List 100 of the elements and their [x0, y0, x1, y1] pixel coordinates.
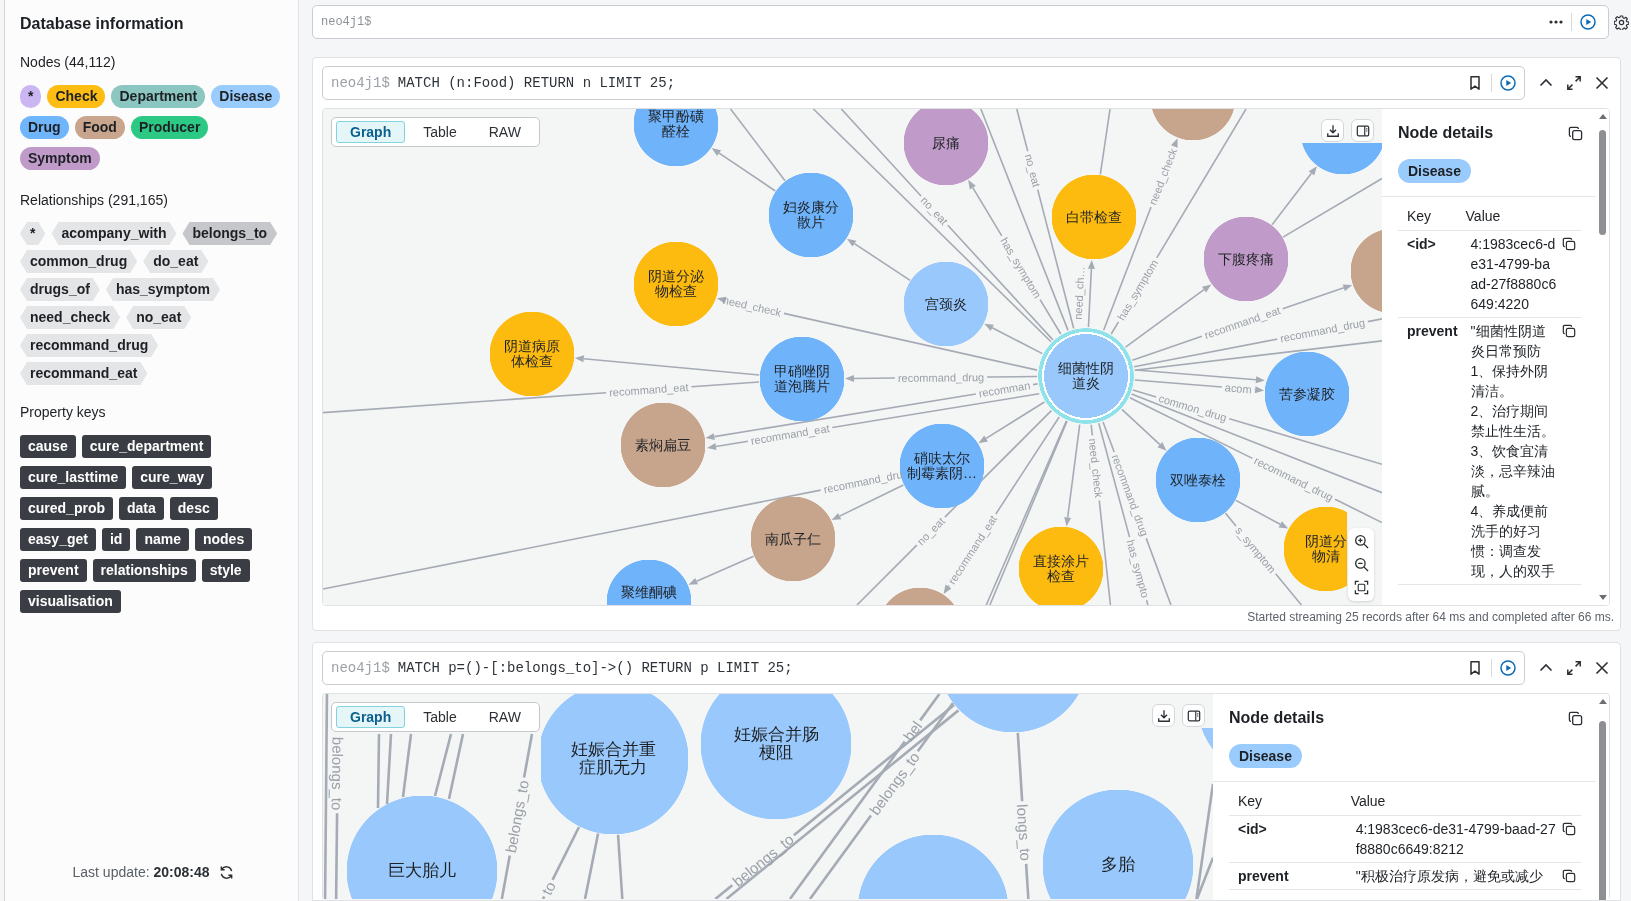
graph-node[interactable]: 妇炎康分散片 [769, 173, 853, 257]
relationship-arrow[interactable] [1087, 259, 1095, 328]
view-tab[interactable]: RAW [474, 706, 535, 728]
property-key-chip[interactable]: data [119, 497, 164, 520]
relationship-type-chip[interactable]: has_symptom [105, 278, 221, 301]
close-icon[interactable] [1594, 75, 1610, 91]
graph-node[interactable]: 甲硝唑阴道泡腾片 [760, 337, 844, 421]
fit-view-icon[interactable] [1353, 580, 1369, 595]
graph-node[interactable]: 白带检查 [1052, 175, 1136, 259]
view-tab[interactable]: Table [409, 706, 471, 728]
relationship-arrow[interactable] [846, 238, 911, 282]
settings-icon[interactable] [1614, 14, 1629, 30]
node-label-chip[interactable]: Symptom [20, 147, 100, 170]
graph-node[interactable]: 聚甲酚磺醛栓 [634, 109, 718, 166]
relationship-line[interactable] [1195, 783, 1213, 899]
property-key-chip[interactable]: cause [20, 435, 76, 458]
expand-icon[interactable] [1566, 660, 1582, 676]
relationship-type-chip[interactable]: recommand_drug [20, 334, 159, 357]
relationship-arrow[interactable] [1064, 423, 1081, 527]
property-key-chip[interactable]: easy_get [20, 528, 96, 551]
copy-icon[interactable] [1562, 237, 1576, 251]
graph-node[interactable]: 巨大胎儿 [347, 796, 497, 899]
run-icon[interactable] [1580, 14, 1596, 30]
relationship-line[interactable] [323, 694, 329, 899]
query-editor[interactable]: neo4j1$ MATCH p=()-[:belongs_to]->() RETURN p LIMIT 25; [322, 651, 1525, 685]
relationship-line[interactable] [1224, 512, 1303, 605]
run-icon[interactable] [1500, 75, 1516, 91]
relationship-line[interactable] [433, 733, 453, 797]
graph-node[interactable]: 苦参凝胶 [1265, 352, 1349, 436]
relationship-type-chip[interactable]: belongs_to [182, 222, 278, 245]
property-key-chip[interactable]: nodes [194, 528, 253, 551]
relationship-line[interactable] [500, 733, 534, 899]
graph-node[interactable]: 直接涂片检查 [1019, 527, 1103, 605]
relationship-line[interactable] [401, 733, 413, 798]
property-key-chip[interactable]: prevent [20, 559, 87, 582]
relationship-type-chip[interactable]: recommand_eat [20, 362, 148, 385]
relationship-line[interactable] [1016, 732, 1030, 899]
node-label-chip[interactable]: Drug [20, 116, 69, 139]
relationship-line[interactable] [729, 109, 786, 182]
graph-node[interactable]: 细菌性阴道炎 [1038, 328, 1134, 424]
relationship-arrow[interactable] [574, 355, 760, 376]
graph-node[interactable]: 南瓜子仁 [751, 497, 835, 581]
graph-node[interactable]: 阴道分物清 [1284, 507, 1347, 591]
view-tab[interactable]: Graph [336, 121, 406, 143]
relationship-type-chip[interactable]: acompany_with [51, 222, 177, 245]
expand-icon[interactable] [1566, 75, 1582, 91]
node-label-chip[interactable]: Department [111, 85, 206, 108]
refresh-icon[interactable] [218, 864, 234, 880]
relationship-line[interactable] [1282, 177, 1382, 238]
property-key-chip[interactable]: style [201, 559, 250, 582]
property-key-chip[interactable]: relationships [92, 559, 196, 582]
relationship-type-chip[interactable]: drugs_of [20, 278, 100, 301]
relationship-type-chip[interactable]: do_eat [143, 250, 209, 273]
node-label-chip[interactable]: Disease [1229, 744, 1302, 768]
bookmark-icon[interactable] [1467, 75, 1483, 91]
property-key-chip[interactable]: cure_way [132, 466, 213, 489]
relationship-line[interactable] [447, 733, 465, 800]
relationship-line[interactable] [616, 834, 624, 899]
relationship-line[interactable] [376, 734, 381, 808]
node-label-chip[interactable]: Food [74, 116, 125, 139]
node-label-chip[interactable]: Disease [211, 85, 281, 108]
relationship-line[interactable] [1099, 109, 1111, 176]
relationship-arrow[interactable] [1134, 379, 1265, 394]
copy-icon[interactable] [1562, 324, 1576, 338]
relationship-type-chip[interactable]: common_drug [20, 250, 138, 273]
graph-node[interactable]: 妊娠合并重症肌无力 [540, 694, 688, 834]
view-tab[interactable]: RAW [474, 121, 535, 143]
zoom-out-icon[interactable] [1353, 557, 1369, 572]
property-key-chip[interactable]: cure_lasttime [20, 466, 127, 489]
more-icon[interactable] [1549, 20, 1563, 24]
run-icon[interactable] [1500, 660, 1516, 676]
relationship-type-chip[interactable]: no_eat [126, 306, 192, 329]
property-key-chip[interactable]: cure_department [81, 435, 212, 458]
property-key-chip[interactable]: cured_prob [20, 497, 113, 520]
copy-icon[interactable] [1562, 869, 1576, 883]
panel-toggle-button[interactable] [1182, 704, 1205, 727]
graph-node[interactable]: 阴道病原体检查 [490, 312, 574, 396]
copy-icon[interactable] [1568, 125, 1583, 141]
graph-node[interactable]: 素焖扁豆 [621, 403, 705, 487]
relationship-line[interactable] [1090, 423, 1112, 605]
graph-node[interactable]: 阴道分泌物检查 [634, 242, 718, 326]
node-label-chip[interactable]: * [20, 85, 42, 108]
node-label-chip[interactable]: Disease [1398, 159, 1471, 183]
property-key-chip[interactable]: name [136, 528, 189, 551]
copy-icon[interactable] [1568, 710, 1583, 726]
relationship-line[interactable] [1195, 857, 1213, 899]
graph-node[interactable] [1301, 143, 1382, 174]
bookmark-icon[interactable] [1467, 660, 1483, 676]
zoom-in-icon[interactable] [1353, 534, 1369, 549]
relationship-line[interactable] [334, 813, 339, 899]
relationship-line[interactable] [385, 733, 393, 805]
property-key-chip[interactable]: visualisation [20, 590, 121, 613]
graph-node[interactable]: 尿痛 [904, 109, 988, 185]
node-label-chip[interactable]: Check [47, 85, 106, 108]
graph-node[interactable]: 下腹疼痛 [1204, 217, 1288, 301]
relationship-arrow[interactable] [711, 148, 777, 192]
close-icon[interactable] [1594, 660, 1610, 676]
relationship-arrow[interactable] [845, 374, 1038, 382]
download-button[interactable] [1152, 704, 1175, 727]
relationship-type-chip[interactable]: * [20, 222, 46, 245]
